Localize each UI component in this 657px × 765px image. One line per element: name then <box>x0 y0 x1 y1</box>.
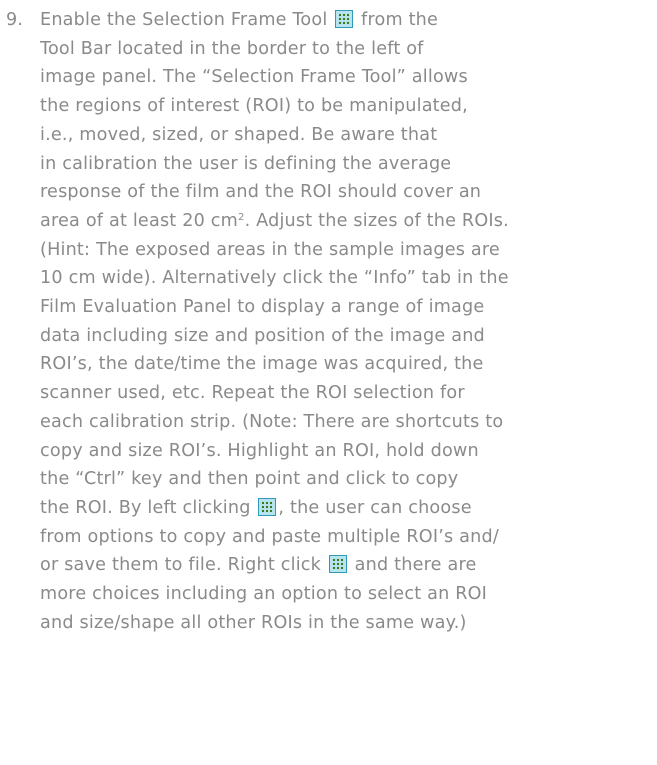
text-segment: from the <box>361 10 439 30</box>
text-line: copy and size ROI’s. Highlight an ROI, h… <box>40 440 479 461</box>
text-line: more choices including an option to sele… <box>40 584 488 605</box>
text-line: Tool Bar located in the border to the le… <box>40 38 424 59</box>
text-line: ROI’s, the date/time the image was acqui… <box>40 354 484 375</box>
text-line: area of at least 20 cm2. Adjust the size… <box>40 207 648 236</box>
text-segment: and there are <box>354 555 477 576</box>
instruction-document: 9. Enable the Selection Frame Tool from … <box>0 6 657 637</box>
text-segment: , the user can choose <box>278 497 472 518</box>
text-line: and size/shape all other ROIs in the sam… <box>40 612 467 633</box>
text-line: each calibration strip. (Note: There are… <box>40 411 504 432</box>
text-line: i.e., moved, sized, or shaped. Be aware … <box>40 124 438 145</box>
text-line: (Hint: The exposed areas in the sample i… <box>40 239 500 260</box>
selection-frame-icon <box>258 497 277 516</box>
selection-frame-icon <box>335 10 354 28</box>
text-line: the regions of interest (ROI) to be mani… <box>40 96 468 117</box>
step-number: 9. <box>6 10 24 30</box>
text-line: 10 cm wide). Alternatively click the “In… <box>40 268 509 289</box>
text-segment: . Adjust the sizes of the ROIs. <box>244 210 509 231</box>
text-line: or save them to file. Right click and th… <box>40 551 648 580</box>
text-line: the ROI. By left clicking , the user can… <box>40 494 648 523</box>
text-line: scanner used, etc. Repeat the ROI select… <box>40 383 465 404</box>
text-segment: area of at least 20 cm <box>40 210 238 231</box>
text-line: in calibration the user is defining the … <box>40 153 452 174</box>
text-segment: or save them to file. Right click <box>40 555 322 576</box>
instruction-step-9: 9. Enable the Selection Frame Tool from … <box>0 6 657 637</box>
text-segment: Enable the Selection Frame Tool <box>40 10 328 30</box>
text-segment: the ROI. By left clicking <box>40 497 251 518</box>
text-line: image panel. The “Selection Frame Tool” … <box>40 67 468 88</box>
text-line: response of the film and the ROI should … <box>40 182 482 203</box>
text-line: Film Evaluation Panel to display a range… <box>40 297 485 318</box>
text-line: the “Ctrl” key and then point and click … <box>40 469 459 490</box>
text-line: from options to copy and paste multiple … <box>40 526 499 547</box>
text-line: Enable the Selection Frame Tool from the <box>40 6 648 35</box>
step-text: Enable the Selection Frame Tool from the… <box>40 6 648 637</box>
text-line: data including size and position of the … <box>40 325 485 346</box>
selection-frame-icon <box>328 555 347 574</box>
